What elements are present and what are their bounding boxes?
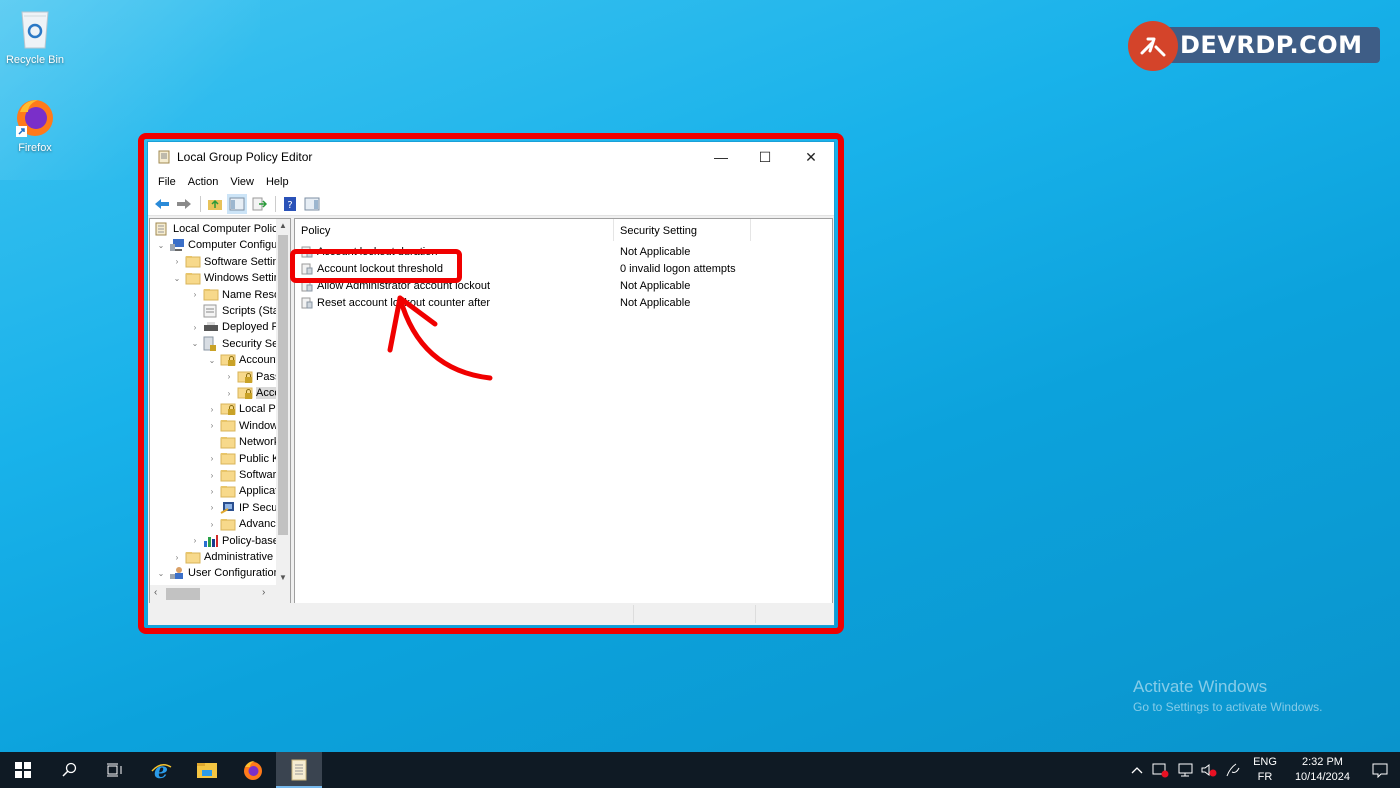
firefox-icon bbox=[244, 761, 262, 780]
desktop-icon-recycle-bin[interactable]: Recycle Bin bbox=[0, 6, 70, 66]
devrdp-logo: DEVRDP.COM bbox=[1128, 21, 1380, 71]
notification-icon bbox=[1372, 763, 1388, 778]
tray-pen[interactable] bbox=[1221, 762, 1245, 778]
activate-subtitle: Go to Settings to activate Windows. bbox=[1133, 700, 1323, 714]
remote-desktop-alert-icon bbox=[1152, 763, 1169, 778]
task-view-button[interactable] bbox=[92, 752, 138, 788]
file-explorer-icon bbox=[197, 763, 217, 778]
taskbar: e ENG FR 2:32 PM 10/14/2024 bbox=[0, 752, 1400, 788]
internet-explorer-icon: e bbox=[151, 759, 172, 781]
show-hidden-icons-button[interactable] bbox=[1125, 766, 1149, 774]
task-view-icon bbox=[107, 763, 122, 777]
desktop-icon-label: Recycle Bin bbox=[5, 54, 65, 66]
pen-workspace-icon bbox=[1226, 763, 1240, 777]
system-tray: ENG FR 2:32 PM 10/14/2024 bbox=[1125, 752, 1400, 788]
search-icon bbox=[62, 762, 77, 777]
clock-time: 2:32 PM bbox=[1301, 756, 1343, 768]
taskbar-firefox[interactable] bbox=[230, 752, 276, 788]
logo-text: DEVRDP.COM bbox=[1150, 27, 1380, 63]
tray-volume[interactable] bbox=[1197, 762, 1221, 778]
svg-text:e: e bbox=[154, 759, 168, 781]
recycle-bin-icon bbox=[21, 11, 49, 49]
taskbar-internet-explorer[interactable]: e bbox=[138, 752, 184, 788]
input-language-button[interactable]: ENG FR bbox=[1253, 755, 1277, 785]
clock-date: 10/14/2024 bbox=[1294, 771, 1350, 783]
tray-network[interactable] bbox=[1173, 762, 1197, 778]
activate-title: Activate Windows bbox=[1133, 677, 1268, 696]
taskbar-file-explorer[interactable] bbox=[184, 752, 230, 788]
policy-scroll-icon bbox=[291, 759, 307, 781]
logo-circle-icon bbox=[1128, 21, 1178, 71]
taskbar-group-policy-editor[interactable] bbox=[276, 752, 322, 788]
start-button[interactable] bbox=[0, 752, 46, 788]
tray-remote-desktop[interactable] bbox=[1149, 762, 1173, 778]
desktop-icon-label: Firefox bbox=[18, 142, 52, 154]
annotation-arrow-icon bbox=[387, 295, 493, 381]
desktop-icon-firefox[interactable]: Firefox bbox=[0, 96, 70, 154]
language-code: ENG bbox=[1253, 756, 1277, 768]
action-center-button[interactable] bbox=[1360, 762, 1400, 778]
annotation-highlight-box bbox=[290, 249, 462, 283]
network-icon bbox=[1178, 763, 1193, 777]
activate-windows-watermark: Activate Windows Go to Settings to activ… bbox=[1133, 677, 1322, 714]
chevron-up-icon bbox=[1131, 767, 1143, 774]
search-button[interactable] bbox=[46, 752, 92, 788]
clock[interactable]: 2:32 PM 10/14/2024 bbox=[1295, 755, 1350, 785]
keyboard-layout: FR bbox=[1257, 771, 1273, 783]
windows-logo-icon bbox=[15, 762, 31, 778]
volume-muted-icon bbox=[1201, 764, 1217, 777]
firefox-icon bbox=[16, 100, 53, 137]
